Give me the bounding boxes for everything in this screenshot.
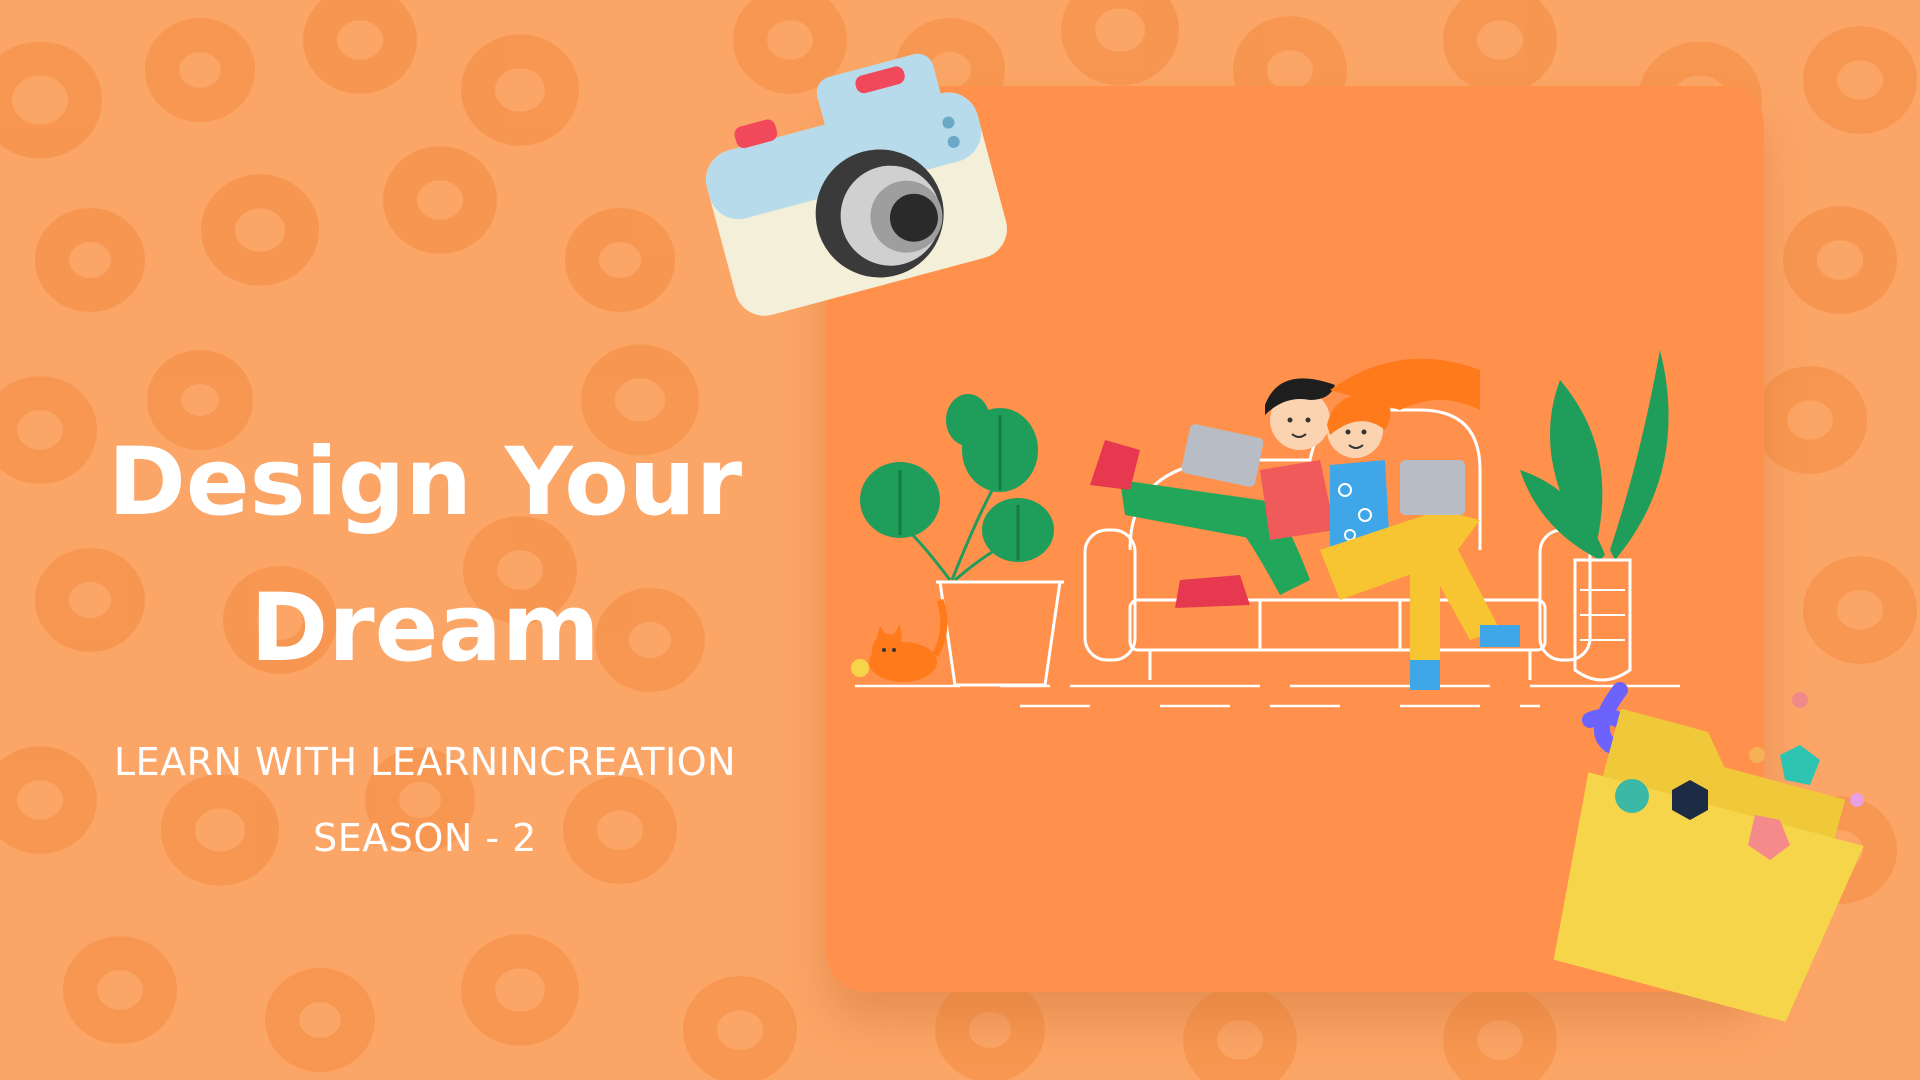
background-blob bbox=[1803, 26, 1917, 134]
subtitle-line-1: LEARN WITH LEARNINCREATION bbox=[113, 740, 737, 784]
background-blob bbox=[565, 208, 675, 312]
background-blob bbox=[1183, 986, 1297, 1080]
background-blob bbox=[265, 968, 375, 1072]
headline-line-2: Dream bbox=[250, 574, 600, 683]
background-blob bbox=[1803, 556, 1917, 664]
headline: Design Your Dream bbox=[40, 410, 810, 702]
background-blob bbox=[201, 174, 319, 286]
laptop-icon bbox=[1181, 424, 1264, 487]
background-blob bbox=[145, 18, 255, 122]
background-blob bbox=[1753, 366, 1867, 474]
background-blob bbox=[461, 34, 579, 146]
background-blob bbox=[935, 978, 1045, 1080]
background-blob bbox=[63, 936, 177, 1044]
background-blob bbox=[461, 934, 579, 1046]
headline-line-1: Design Your bbox=[107, 428, 743, 537]
background-blob bbox=[1783, 206, 1897, 314]
background-blob bbox=[1443, 0, 1557, 94]
background-blob bbox=[303, 0, 417, 94]
background-blob bbox=[1061, 0, 1179, 86]
folder-icon bbox=[1553, 682, 1864, 1022]
cat-icon bbox=[851, 598, 948, 682]
subtitle-line-2: SEASON - 2 bbox=[313, 816, 537, 860]
camera-icon bbox=[705, 53, 1007, 316]
background-blob bbox=[383, 146, 497, 254]
background-blob bbox=[0, 41, 102, 159]
background-blob bbox=[35, 208, 145, 312]
background-blob bbox=[683, 976, 797, 1080]
